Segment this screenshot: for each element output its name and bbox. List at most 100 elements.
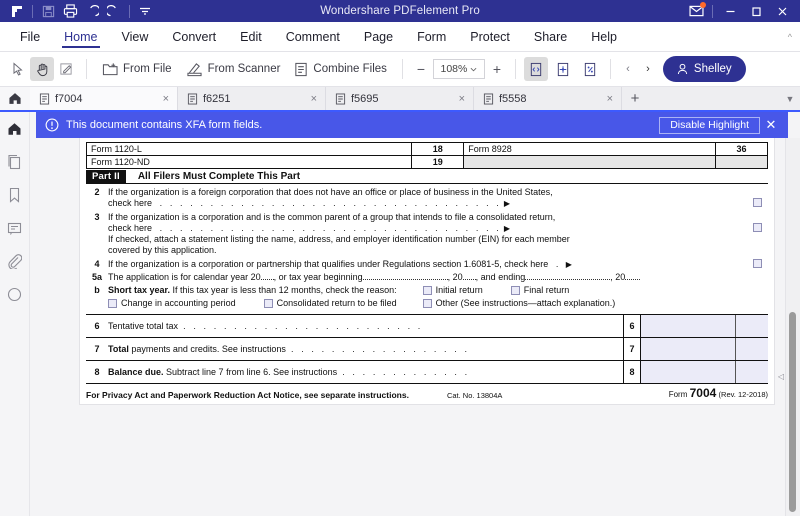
divider [86, 59, 87, 79]
consolidated-return-checkbox[interactable] [263, 299, 273, 308]
tab-close-icon[interactable]: × [311, 93, 317, 105]
line-2-checkbox[interactable] [752, 198, 762, 207]
document-tab-f7004[interactable]: f7004 × [30, 87, 178, 110]
tax-year-end-field[interactable] [525, 279, 611, 280]
from-scanner-button[interactable]: From Scanner [179, 56, 288, 82]
previous-page-button[interactable]: ‹ [619, 58, 637, 80]
document-tab-f6251[interactable]: f6251 × [178, 87, 326, 110]
form-line-5b: b Short tax year. If this tax year is le… [86, 285, 768, 309]
line5a-part4: , and ending [475, 272, 526, 282]
sidebar-item-thumbnails-panel[interactable] [4, 151, 26, 173]
document-tab-f5695[interactable]: f5695 × [326, 87, 474, 110]
other-reason-checkbox[interactable] [422, 299, 432, 308]
next-page-button[interactable]: › [638, 58, 657, 80]
menu-item-help[interactable]: Help [579, 22, 629, 52]
left-sidebar [0, 112, 30, 516]
document-tab-f5558[interactable]: f5558 × [474, 87, 622, 110]
zoom-level-select[interactable]: 108% [432, 59, 485, 79]
menu-item-page[interactable]: Page [352, 22, 405, 52]
line-7-cents-field[interactable] [736, 338, 768, 360]
close-icon[interactable] [769, 1, 795, 21]
sidebar-item-attachments-panel[interactable] [4, 250, 26, 272]
zoom-out-button[interactable]: − [411, 59, 431, 79]
minimize-icon[interactable] [717, 1, 743, 21]
consolidated-return-label: Consolidated return to be filed [276, 298, 397, 308]
save-icon[interactable] [37, 1, 59, 21]
line-text: If the organization is a corporation and… [108, 212, 556, 222]
print-icon[interactable] [59, 1, 81, 21]
tab-list-icon[interactable]: ▼ [780, 87, 800, 110]
form-line-6: 6 Tentative total tax . . . . . . . . . … [86, 315, 768, 338]
tab-close-icon[interactable]: × [163, 93, 169, 105]
customize-dropdown-icon[interactable] [134, 1, 156, 21]
chevron-up-icon[interactable]: ^ [788, 32, 800, 42]
menu-item-home[interactable]: Home [52, 22, 109, 52]
hand-tool[interactable] [30, 57, 54, 81]
tax-year-begin-yy-field[interactable] [462, 279, 476, 280]
panel-collapse-handle[interactable]: ◁ [778, 372, 784, 381]
menu-item-edit[interactable]: Edit [228, 22, 274, 52]
mail-icon[interactable] [684, 1, 708, 21]
line-4-checkbox[interactable] [752, 259, 762, 268]
line-8-cents-field[interactable] [736, 361, 768, 383]
actual-size-mode-button[interactable] [578, 57, 602, 81]
line-7-amount-field[interactable] [641, 338, 736, 360]
line-8-amount-field[interactable] [641, 361, 736, 383]
combine-files-button[interactable]: Combine Files [287, 56, 394, 82]
tab-close-icon[interactable]: × [459, 93, 465, 105]
sidebar-item-search-panel[interactable] [4, 283, 26, 305]
pdf-page: Form 1120-L 18 Form 8928 36 Form 1120-ND… [80, 138, 774, 404]
cell-left-form: Form 1120-ND [85, 155, 413, 169]
calendar-year-field[interactable] [260, 279, 274, 280]
cell-left-num: 19 [411, 155, 465, 169]
bookmark-icon [9, 187, 20, 203]
notification-message: This document contains XFA form fields. [66, 119, 263, 131]
line-6-cents-field[interactable] [736, 315, 768, 337]
home-tab-button[interactable] [0, 87, 30, 110]
divider [129, 4, 130, 18]
divider [401, 59, 403, 79]
line-6-amount-field[interactable] [641, 315, 736, 337]
notification-close-icon[interactable]: ✕ [760, 117, 782, 133]
maximize-icon[interactable] [743, 1, 769, 21]
menu-item-view[interactable]: View [110, 22, 161, 52]
tax-year-end-yy-field[interactable] [625, 279, 639, 280]
main-body: ◁ This document contains XFA form fields… [0, 112, 800, 516]
from-file-button[interactable]: From File [95, 56, 179, 82]
sidebar-item-bookmarks-panel[interactable] [4, 184, 26, 206]
zoom-in-button[interactable]: + [487, 59, 507, 79]
menu-item-convert[interactable]: Convert [160, 22, 228, 52]
fit-page-mode-button[interactable] [551, 57, 575, 81]
part-header: Part II All Filers Must Complete This Pa… [86, 170, 768, 184]
sidebar-item-home-panel[interactable] [4, 118, 26, 140]
line-8-index: 8 [623, 361, 641, 383]
cell-right-num [715, 155, 768, 169]
undo-icon[interactable] [81, 1, 103, 21]
redo-icon[interactable] [103, 1, 125, 21]
select-tool[interactable] [6, 57, 30, 81]
menu-item-file[interactable]: File [8, 22, 52, 52]
line-3-checkbox[interactable] [752, 223, 762, 232]
user-account-button[interactable]: Shelley [662, 56, 746, 82]
menu-item-protect[interactable]: Protect [458, 22, 522, 52]
menu-item-share[interactable]: Share [522, 22, 579, 52]
vertical-scrollbar-thumb[interactable] [789, 312, 796, 512]
initial-return-checkbox[interactable] [422, 286, 432, 295]
change-accounting-period-checkbox[interactable] [108, 299, 117, 308]
line-6-index: 6 [623, 315, 641, 337]
pdf-file-icon [483, 93, 494, 104]
chevron-down-icon [470, 67, 477, 71]
sidebar-item-comments-panel[interactable] [4, 217, 26, 239]
new-tab-button[interactable]: + [622, 87, 648, 110]
cell-right-form: Form 8928 [463, 142, 716, 156]
from-file-label: From File [123, 63, 172, 75]
menu-item-comment[interactable]: Comment [274, 22, 352, 52]
final-return-checkbox[interactable] [510, 286, 520, 295]
menu-item-form[interactable]: Form [405, 22, 458, 52]
disable-highlight-button[interactable]: Disable Highlight [659, 116, 760, 134]
tax-year-begin-field[interactable] [362, 279, 448, 280]
line5a-part2: , or tax year beginning [273, 272, 363, 282]
fit-width-mode-button[interactable] [523, 57, 548, 81]
edit-tool[interactable] [54, 57, 78, 81]
tab-close-icon[interactable]: × [607, 93, 613, 105]
